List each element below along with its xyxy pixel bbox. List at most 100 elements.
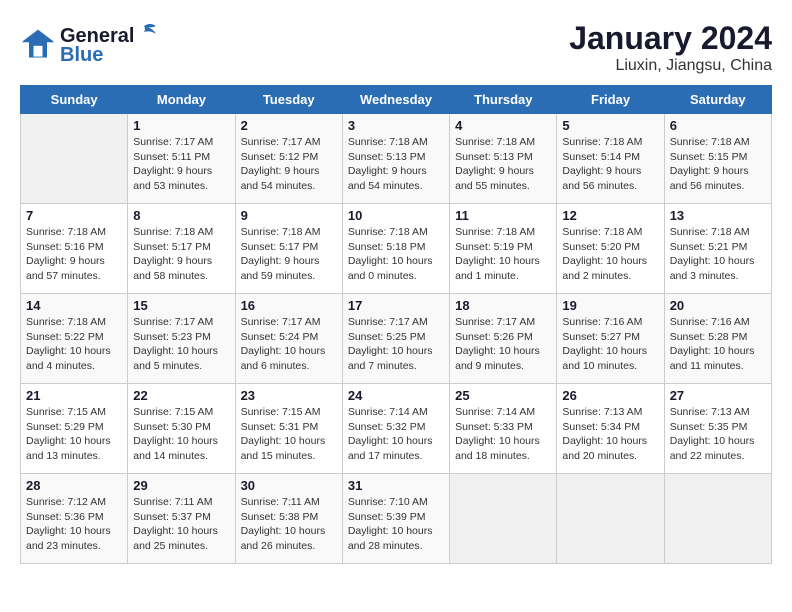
calendar-cell — [450, 474, 557, 564]
day-number: 17 — [348, 298, 444, 313]
day-info: Sunrise: 7:13 AM Sunset: 5:35 PM Dayligh… — [670, 405, 766, 464]
day-info: Sunrise: 7:18 AM Sunset: 5:17 PM Dayligh… — [133, 225, 229, 284]
day-info: Sunrise: 7:11 AM Sunset: 5:38 PM Dayligh… — [241, 495, 337, 554]
calendar-cell: 27 Sunrise: 7:13 AM Sunset: 5:35 PM Dayli… — [664, 384, 771, 474]
calendar-cell: 14Sunrise: 7:18 AM Sunset: 5:22 PM Dayli… — [21, 294, 128, 384]
logo-text: General Blue — [60, 20, 158, 67]
week-row-3: 14Sunrise: 7:18 AM Sunset: 5:22 PM Dayli… — [21, 294, 772, 384]
day-info: Sunrise: 7:17 AM Sunset: 5:24 PM Dayligh… — [241, 315, 337, 374]
day-info: Sunrise: 7:18 AM Sunset: 5:14 PM Dayligh… — [562, 135, 658, 194]
calendar-cell: 24Sunrise: 7:14 AM Sunset: 5:32 PM Dayli… — [342, 384, 449, 474]
day-number: 19 — [562, 298, 658, 313]
day-info: Sunrise: 7:15 AM Sunset: 5:29 PM Dayligh… — [26, 405, 122, 464]
day-number: 28 — [26, 478, 122, 493]
calendar-cell: 20Sunrise: 7:16 AM Sunset: 5:28 PM Dayli… — [664, 294, 771, 384]
day-number: 8 — [133, 208, 229, 223]
calendar-table: SundayMondayTuesdayWednesdayThursdayFrid… — [20, 85, 772, 564]
day-number: 13 — [670, 208, 766, 223]
day-number: 11 — [455, 208, 551, 223]
weekday-header-saturday: Saturday — [664, 86, 771, 114]
week-row-1: 1 Sunrise: 7:17 AM Sunset: 5:11 PM Daylig… — [21, 114, 772, 204]
calendar-cell: 11Sunrise: 7:18 AM Sunset: 5:19 PM Dayli… — [450, 204, 557, 294]
calendar-cell: 19 Sunrise: 7:16 AM Sunset: 5:27 PM Dayli… — [557, 294, 664, 384]
calendar-subtitle: Liuxin, Jiangsu, China — [569, 57, 772, 75]
calendar-cell: 13 Sunrise: 7:18 AM Sunset: 5:21 PM Dayli… — [664, 204, 771, 294]
calendar-cell — [664, 474, 771, 564]
calendar-cell: 16Sunrise: 7:17 AM Sunset: 5:24 PM Dayli… — [235, 294, 342, 384]
day-number: 6 — [670, 118, 766, 133]
day-number: 3 — [348, 118, 444, 133]
weekday-header-monday: Monday — [128, 86, 235, 114]
day-number: 15 — [133, 298, 229, 313]
day-info: Sunrise: 7:18 AM Sunset: 5:15 PM Dayligh… — [670, 135, 766, 194]
day-info: Sunrise: 7:16 AM Sunset: 5:27 PM Dayligh… — [562, 315, 658, 374]
day-number: 27 — [670, 388, 766, 403]
day-info: Sunrise: 7:15 AM Sunset: 5:31 PM Dayligh… — [241, 405, 337, 464]
day-info: Sunrise: 7:12 AM Sunset: 5:36 PM Dayligh… — [26, 495, 122, 554]
calendar-cell: 1 Sunrise: 7:17 AM Sunset: 5:11 PM Daylig… — [128, 114, 235, 204]
calendar-cell — [21, 114, 128, 204]
day-number: 5 — [562, 118, 658, 133]
day-number: 4 — [455, 118, 551, 133]
calendar-cell: 12 Sunrise: 7:18 AM Sunset: 5:20 PM Dayli… — [557, 204, 664, 294]
day-info: Sunrise: 7:17 AM Sunset: 5:23 PM Dayligh… — [133, 315, 229, 374]
day-number: 21 — [26, 388, 122, 403]
day-info: Sunrise: 7:18 AM Sunset: 5:13 PM Dayligh… — [455, 135, 551, 194]
day-info: Sunrise: 7:15 AM Sunset: 5:30 PM Dayligh… — [133, 405, 229, 464]
calendar-cell: 21 Sunrise: 7:15 AM Sunset: 5:29 PM Dayli… — [21, 384, 128, 474]
calendar-title: January 2024 — [569, 20, 772, 57]
weekday-header-row: SundayMondayTuesdayWednesdayThursdayFrid… — [21, 86, 772, 114]
calendar-cell: 28 Sunrise: 7:12 AM Sunset: 5:36 PM Dayli… — [21, 474, 128, 564]
calendar-cell: 22Sunrise: 7:15 AM Sunset: 5:30 PM Dayli… — [128, 384, 235, 474]
day-info: Sunrise: 7:18 AM Sunset: 5:20 PM Dayligh… — [562, 225, 658, 284]
day-number: 9 — [241, 208, 337, 223]
calendar-header: SundayMondayTuesdayWednesdayThursdayFrid… — [21, 86, 772, 114]
day-info: Sunrise: 7:10 AM Sunset: 5:39 PM Dayligh… — [348, 495, 444, 554]
day-info: Sunrise: 7:18 AM Sunset: 5:21 PM Dayligh… — [670, 225, 766, 284]
day-number: 23 — [241, 388, 337, 403]
week-row-4: 21 Sunrise: 7:15 AM Sunset: 5:29 PM Dayli… — [21, 384, 772, 474]
calendar-cell: 3 Sunrise: 7:18 AM Sunset: 5:13 PM Daylig… — [342, 114, 449, 204]
day-info: Sunrise: 7:18 AM Sunset: 5:22 PM Dayligh… — [26, 315, 122, 374]
calendar-cell: 10Sunrise: 7:18 AM Sunset: 5:18 PM Dayli… — [342, 204, 449, 294]
calendar-cell: 29Sunrise: 7:11 AM Sunset: 5:37 PM Dayli… — [128, 474, 235, 564]
day-info: Sunrise: 7:17 AM Sunset: 5:11 PM Dayligh… — [133, 135, 229, 194]
day-number: 20 — [670, 298, 766, 313]
day-number: 1 — [133, 118, 229, 133]
day-info: Sunrise: 7:14 AM Sunset: 5:33 PM Dayligh… — [455, 405, 551, 464]
day-number: 26 — [562, 388, 658, 403]
day-info: Sunrise: 7:17 AM Sunset: 5:25 PM Dayligh… — [348, 315, 444, 374]
day-number: 12 — [562, 208, 658, 223]
day-info: Sunrise: 7:17 AM Sunset: 5:26 PM Dayligh… — [455, 315, 551, 374]
weekday-header-sunday: Sunday — [21, 86, 128, 114]
title-block: January 2024 Liuxin, Jiangsu, China — [569, 20, 772, 75]
calendar-cell: 9Sunrise: 7:18 AM Sunset: 5:17 PM Daylig… — [235, 204, 342, 294]
day-number: 7 — [26, 208, 122, 223]
weekday-header-wednesday: Wednesday — [342, 86, 449, 114]
logo-icon — [20, 26, 56, 62]
calendar-cell: 23 Sunrise: 7:15 AM Sunset: 5:31 PM Dayli… — [235, 384, 342, 474]
calendar-cell: 15 Sunrise: 7:17 AM Sunset: 5:23 PM Dayli… — [128, 294, 235, 384]
calendar-body: 1 Sunrise: 7:17 AM Sunset: 5:11 PM Daylig… — [21, 114, 772, 564]
calendar-cell: 30 Sunrise: 7:11 AM Sunset: 5:38 PM Dayli… — [235, 474, 342, 564]
week-row-5: 28 Sunrise: 7:12 AM Sunset: 5:36 PM Dayli… — [21, 474, 772, 564]
day-info: Sunrise: 7:18 AM Sunset: 5:13 PM Dayligh… — [348, 135, 444, 194]
calendar-cell: 4 Sunrise: 7:18 AM Sunset: 5:13 PM Daylig… — [450, 114, 557, 204]
page-header: General Blue January 2024 Liuxin, Jiangs… — [20, 20, 772, 75]
calendar-cell: 25 Sunrise: 7:14 AM Sunset: 5:33 PM Dayli… — [450, 384, 557, 474]
day-number: 31 — [348, 478, 444, 493]
day-number: 30 — [241, 478, 337, 493]
day-info: Sunrise: 7:18 AM Sunset: 5:18 PM Dayligh… — [348, 225, 444, 284]
calendar-cell: 18Sunrise: 7:17 AM Sunset: 5:26 PM Dayli… — [450, 294, 557, 384]
week-row-2: 7 Sunrise: 7:18 AM Sunset: 5:16 PM Daylig… — [21, 204, 772, 294]
calendar-cell — [557, 474, 664, 564]
day-number: 29 — [133, 478, 229, 493]
calendar-cell: 31 Sunrise: 7:10 AM Sunset: 5:39 PM Dayli… — [342, 474, 449, 564]
day-number: 25 — [455, 388, 551, 403]
day-info: Sunrise: 7:18 AM Sunset: 5:16 PM Dayligh… — [26, 225, 122, 284]
day-number: 24 — [348, 388, 444, 403]
calendar-cell: 5 Sunrise: 7:18 AM Sunset: 5:14 PM Daylig… — [557, 114, 664, 204]
logo-bird-icon — [136, 20, 158, 42]
calendar-cell: 6 Sunrise: 7:18 AM Sunset: 5:15 PM Daylig… — [664, 114, 771, 204]
calendar-cell: 17 Sunrise: 7:17 AM Sunset: 5:25 PM Dayli… — [342, 294, 449, 384]
